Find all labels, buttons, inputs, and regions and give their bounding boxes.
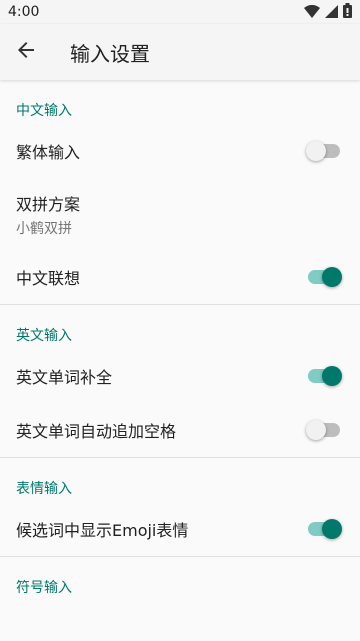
cellular-signal-icon xyxy=(325,3,338,22)
section-symbol-input: 符号输入 xyxy=(0,557,360,601)
chinese-association-switch[interactable] xyxy=(306,267,342,287)
section-header: 符号输入 xyxy=(16,580,72,596)
status-bar: 4:00 xyxy=(0,0,360,24)
section-chinese-input: 中文输入 繁体输入 双拼方案 小鹤双拼 中文联想 xyxy=(0,80,360,305)
show-emoji-switch[interactable] xyxy=(306,519,342,539)
section-emoji-input: 表情输入 候选词中显示Emoji表情 xyxy=(0,458,360,557)
pref-title: 英文单词自动追加空格 xyxy=(16,422,177,441)
section-header: 表情输入 xyxy=(16,481,72,497)
app-bar: 输入设置 xyxy=(0,24,360,80)
english-auto-space-switch[interactable] xyxy=(306,420,342,440)
page-title: 输入设置 xyxy=(70,41,150,66)
section-english-input: 英文输入 英文单词补全 英文单词自动追加空格 xyxy=(0,305,360,458)
pref-title: 繁体输入 xyxy=(16,143,81,162)
pref-english-completion[interactable]: 英文单词补全 xyxy=(0,349,360,403)
pref-show-emoji[interactable]: 候选词中显示Emoji表情 xyxy=(0,502,360,556)
pref-title: 双拼方案 xyxy=(16,194,81,214)
section-header: 英文输入 xyxy=(16,328,72,344)
pref-summary: 小鹤双拼 xyxy=(16,220,72,237)
status-icons xyxy=(304,2,352,22)
section-header: 中文输入 xyxy=(16,103,72,119)
pref-chinese-association[interactable]: 中文联想 xyxy=(0,250,360,304)
pref-traditional-input[interactable]: 繁体输入 xyxy=(0,124,360,178)
english-completion-switch[interactable] xyxy=(306,366,342,386)
pref-title: 候选词中显示Emoji表情 xyxy=(16,521,189,540)
pref-english-auto-space[interactable]: 英文单词自动追加空格 xyxy=(0,403,360,457)
arrow-back-icon xyxy=(17,41,35,63)
back-button[interactable] xyxy=(0,24,54,80)
traditional-input-switch[interactable] xyxy=(306,141,342,161)
battery-icon xyxy=(343,2,352,22)
pref-title: 中文联想 xyxy=(16,269,81,288)
status-time: 4:00 xyxy=(8,4,40,20)
wifi-icon xyxy=(304,3,320,22)
pref-title: 英文单词补全 xyxy=(16,368,113,387)
settings-list: 中文输入 繁体输入 双拼方案 小鹤双拼 中文联想 英文输入 英文单词补全 英文单… xyxy=(0,80,360,601)
pref-shuangpin-scheme[interactable]: 双拼方案 小鹤双拼 xyxy=(0,178,360,250)
